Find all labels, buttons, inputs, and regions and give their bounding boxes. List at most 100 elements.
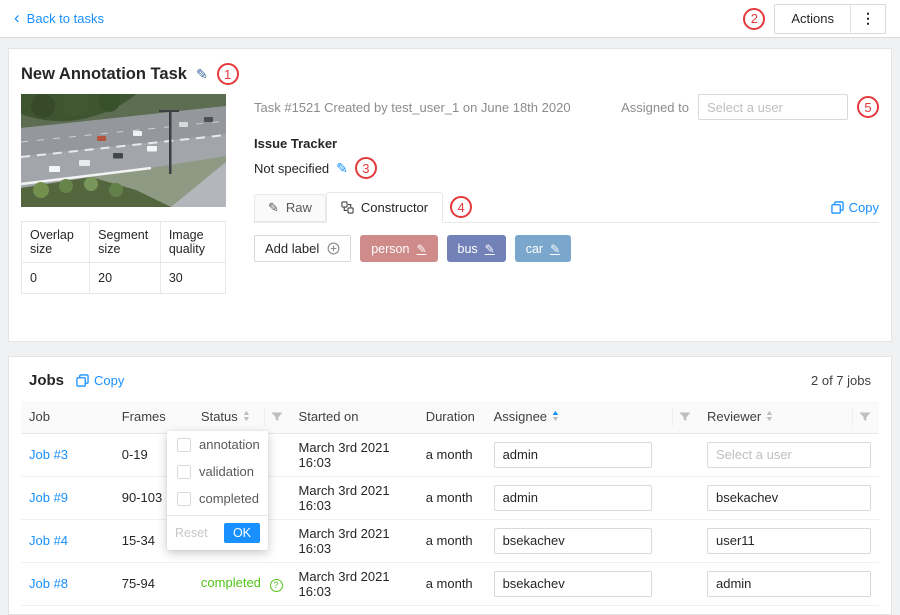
job-duration: a month [418,433,486,476]
copy-jobs-label: Copy [94,373,124,388]
annotation-marker-1: 1 [217,63,239,85]
task-title: New Annotation Task [21,65,187,84]
jobs-table: Job Frames Status ▲ ▼ [21,401,879,606]
filter-status-icon[interactable] [264,408,283,426]
filter-reviewer-icon[interactable] [852,408,871,426]
back-to-tasks-label: Back to tasks [27,11,104,26]
tab-raw[interactable]: ✎ Raw [254,194,326,222]
checkbox[interactable] [177,438,191,452]
edit-task-name-icon[interactable]: ✎ [196,66,208,83]
caret-down-icon: ▼ [765,417,774,423]
assignee-input[interactable] [494,528,652,554]
column-header-assignee[interactable]: Assignee ▲ ▼ [486,401,699,433]
copy-jobs-link[interactable]: Copy [76,373,124,388]
question-glyph: ? [274,580,279,590]
column-label: Started on [299,409,359,424]
filter-option-annotation[interactable]: annotation [167,431,268,458]
assignee-input[interactable] [494,571,652,597]
labels-constructor-area: Add label person ✎ bus ✎ car [254,223,879,323]
constructor-icon [341,201,354,214]
sort-assignee-icon[interactable]: ▲ ▼ [552,411,559,422]
filter-option-label: completed [199,491,259,506]
task-details-card: New Annotation Task ✎ 1 [8,48,892,342]
task-parameters-table: Overlap size Segment size Image quality … [21,221,226,294]
task-preview-image [21,94,226,207]
checkbox[interactable] [177,492,191,506]
table-row: Job #4 15-34 March 3rd 2021 16:03 a mont… [21,519,879,562]
assigned-to-group: Assigned to 5 [621,94,879,120]
reviewer-input[interactable] [707,571,871,597]
copy-icon [831,201,844,214]
jobs-count: 2 of 7 jobs [811,373,871,388]
label-name: person [371,242,409,256]
task-assignee-input[interactable] [698,94,848,120]
job-link[interactable]: Job #4 [29,533,68,548]
filter-option-validation[interactable]: validation [167,458,268,485]
job-frames: 75-94 [114,562,193,605]
param-value-segment-size: 20 [90,263,161,294]
copy-icon [76,374,89,387]
job-started-on: March 3rd 2021 16:03 [291,433,418,476]
edit-label-icon[interactable]: ✎ [550,242,560,256]
status-filter-dropdown: annotation validation completed Reset OK [167,431,268,550]
pencil-icon: ✎ [268,200,279,216]
filter-assignee-icon[interactable] [672,408,691,426]
filter-reset-button[interactable]: Reset [175,526,208,540]
edit-label-icon[interactable]: ✎ [416,242,426,256]
actions-label: Actions [775,11,850,26]
issue-tracker-value-row: Not specified ✎ 3 [254,157,879,179]
issue-tracker-block: Issue Tracker Not specified ✎ 3 [254,136,879,179]
assignee-input[interactable] [494,442,652,468]
column-header-reviewer[interactable]: Reviewer ▲ ▼ [699,401,879,433]
job-duration: a month [418,476,486,519]
tab-constructor[interactable]: Constructor [326,192,443,223]
job-link[interactable]: Job #9 [29,490,68,505]
job-link[interactable]: Job #8 [29,576,68,591]
back-to-tasks-link[interactable]: ‹ Back to tasks [14,11,104,26]
column-label: Reviewer [707,409,761,424]
task-meta: Task #1521 Created by test_user_1 on Jun… [254,100,571,115]
copy-labels-label: Copy [849,200,879,215]
sort-reviewer-icon[interactable]: ▲ ▼ [766,411,773,422]
job-started-on: March 3rd 2021 16:03 [291,562,418,605]
filter-option-label: annotation [199,437,260,452]
table-row: Job #9 90-103 March 3rd 2021 16:03 a mon… [21,476,879,519]
label-name: car [526,242,543,256]
label-chip-car[interactable]: car ✎ [515,235,571,262]
edit-label-icon[interactable]: ✎ [485,242,495,256]
sort-status-icon[interactable]: ▲ ▼ [243,411,250,422]
task-right-column: Task #1521 Created by test_user_1 on Jun… [254,94,879,323]
reviewer-input[interactable] [707,485,871,511]
reviewer-input[interactable] [707,528,871,554]
copy-labels-link[interactable]: Copy [831,200,879,215]
job-started-on: March 3rd 2021 16:03 [291,519,418,562]
column-header-job: Job [21,401,114,433]
job-duration: a month [418,562,486,605]
reviewer-input[interactable] [707,442,871,468]
issue-tracker-label: Issue Tracker [254,136,879,151]
more-menu-icon[interactable]: ⋮ [851,10,885,27]
param-header-image-quality: Image quality [160,222,225,263]
param-header-segment-size: Segment size [90,222,161,263]
add-label-button[interactable]: Add label [254,235,351,262]
column-label: Duration [426,409,475,424]
actions-button[interactable]: Actions ⋮ [774,4,886,34]
assignee-input[interactable] [494,485,652,511]
column-header-frames: Frames [114,401,193,433]
jobs-title: Jobs [29,372,64,389]
filter-footer: Reset OK [167,515,268,550]
tab-raw-label: Raw [286,200,312,215]
checkbox[interactable] [177,465,191,479]
annotation-marker-3: 3 [355,157,377,179]
labels-tabs-bar: ✎ Raw Constructor 4 [254,192,879,223]
column-header-status[interactable]: Status ▲ ▼ [193,401,291,433]
edit-issue-tracker-icon[interactable]: ✎ [336,160,348,177]
filter-option-completed[interactable]: completed [167,485,268,512]
caret-down-icon: ▼ [242,417,251,423]
label-chip-bus[interactable]: bus ✎ [447,235,506,262]
task-meta-row: Task #1521 Created by test_user_1 on Jun… [254,94,879,120]
filter-ok-button[interactable]: OK [224,523,260,543]
job-link[interactable]: Job #3 [29,447,68,462]
job-duration: a month [418,519,486,562]
label-chip-person[interactable]: person ✎ [360,235,437,262]
